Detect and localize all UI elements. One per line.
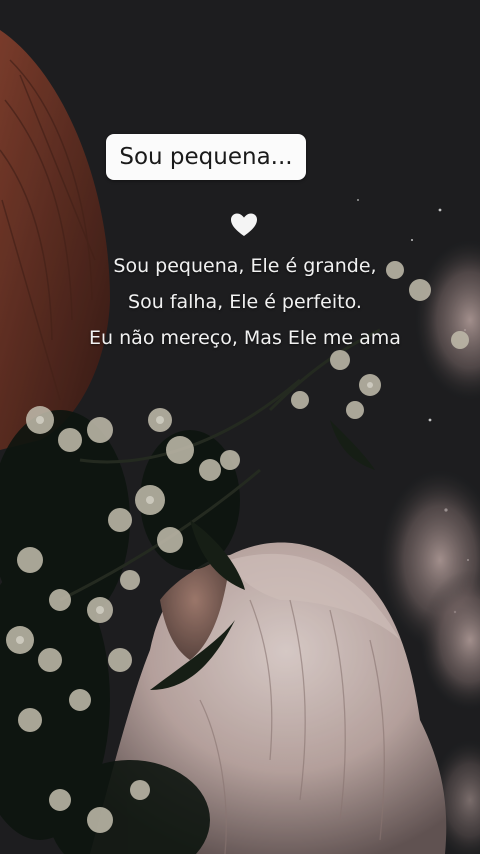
quote-text: Sou pequena, Ele é grande, Sou falha, El… — [40, 248, 450, 356]
quote-line: Sou pequena, Ele é grande, — [113, 255, 377, 277]
title-label: Sou pequena... — [106, 134, 306, 180]
quote-line: Sou falha, Ele é perfeito. — [128, 291, 362, 313]
white-heart-icon — [231, 213, 257, 236]
quote-line: Eu não mereço, Mas Ele me ama — [89, 327, 401, 349]
background-photo — [0, 0, 480, 854]
